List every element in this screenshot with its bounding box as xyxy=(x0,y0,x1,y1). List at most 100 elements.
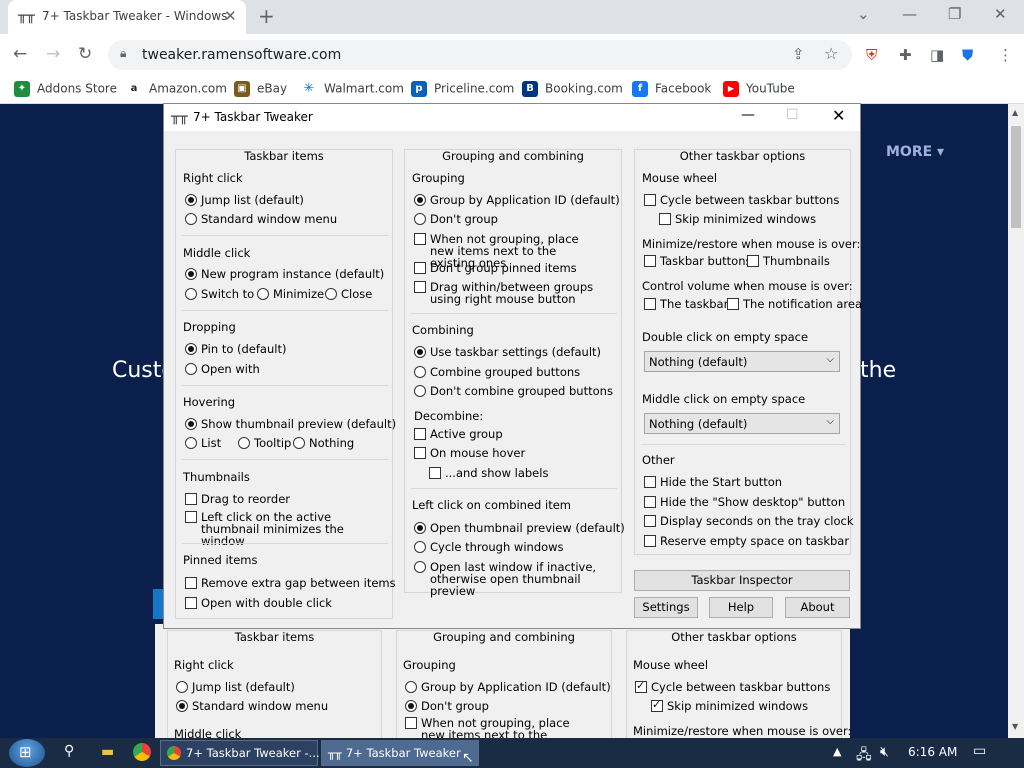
bookmark-ebay[interactable]: ▣ eBay xyxy=(234,81,287,99)
taskbar-inspector-button[interactable]: Taskbar Inspector xyxy=(634,570,850,591)
page-scrollbar[interactable]: ▲ ▼ xyxy=(1008,104,1024,738)
search-icon[interactable]: ⚲ xyxy=(64,743,74,765)
dialog-titlebar[interactable]: ╥╥ 7+ Taskbar Tweaker — ☐ ✕ xyxy=(164,104,860,131)
radio-list[interactable]: List xyxy=(185,437,221,450)
check-dont-group-pinned[interactable]: Don't group pinned items xyxy=(414,262,577,275)
group-other-options: Other taskbar options Mouse wheel Cycle … xyxy=(634,149,862,555)
radio-thumbnail-preview[interactable]: Show thumbnail preview (default) xyxy=(185,418,396,431)
check-remove-gap[interactable]: Remove extra gap between items xyxy=(185,577,396,590)
radio-open-thumbnail[interactable]: Open thumbnail preview (default) xyxy=(414,522,625,535)
dialog-close-button[interactable]: ✕ xyxy=(832,106,845,125)
check-drag-right-mouse[interactable]: Drag within/between groups using right m… xyxy=(414,281,600,305)
bookmark-youtube[interactable]: ▶ YouTube xyxy=(723,81,795,99)
help-button[interactable]: Help xyxy=(709,597,773,618)
radio-combine-grouped[interactable]: Combine grouped buttons xyxy=(414,366,580,379)
extension-shield-icon[interactable]: ⛨ xyxy=(866,46,877,64)
scroll-down-icon[interactable]: ▼ xyxy=(1012,722,1018,731)
check-left-click-minimizes[interactable]: Left click on the active thumbnail minim… xyxy=(185,511,371,547)
group-grouping-combining: Grouping and combining Grouping Group by… xyxy=(404,149,625,597)
check-show-labels[interactable]: ...and show labels xyxy=(429,467,548,480)
check-open-double-click[interactable]: Open with double click xyxy=(185,597,332,610)
close-window-button[interactable]: ✕ xyxy=(994,5,1007,23)
check-cycle-buttons[interactable]: Cycle between taskbar buttons xyxy=(644,194,839,207)
menu-kebab-icon[interactable]: ⋮ xyxy=(998,46,1013,64)
check-hide-start[interactable]: Hide the Start button xyxy=(644,476,782,489)
label-middle-click: Middle click xyxy=(183,246,251,260)
bookmark-priceline[interactable]: p Priceline.com xyxy=(411,81,514,99)
radio-close[interactable]: Close xyxy=(325,288,372,301)
url-text[interactable]: tweaker.ramensoftware.com xyxy=(142,47,341,63)
minimize-button[interactable]: — xyxy=(902,5,917,23)
chrome-icon[interactable] xyxy=(133,743,151,761)
mouse-cursor-icon: ↖ xyxy=(462,750,474,766)
radio-dont-combine[interactable]: Don't combine grouped buttons xyxy=(414,385,613,398)
radio-pin-to[interactable]: Pin to (default) xyxy=(185,343,286,356)
clock[interactable]: 6:16 AM xyxy=(908,745,957,759)
more-menu[interactable]: MORE ▾ xyxy=(886,144,944,160)
reload-icon[interactable]: ↻ xyxy=(78,44,92,64)
forward-icon[interactable]: → xyxy=(46,44,60,64)
radio-new-instance[interactable]: New program instance (default) xyxy=(185,268,384,281)
bookmark-amazon[interactable]: a Amazon.com xyxy=(126,81,227,99)
radio-group-app-id[interactable]: Group by Application ID (default) xyxy=(414,194,620,207)
check-hide-show-desktop[interactable]: Hide the "Show desktop" button xyxy=(644,496,845,509)
taskbar-button-chrome[interactable]: 7+ Taskbar Tweaker -... xyxy=(160,740,320,766)
extensions-puzzle-icon[interactable]: ✚ xyxy=(899,46,912,64)
bookmark-facebook[interactable]: f Facebook xyxy=(632,81,711,99)
label-dropping: Dropping xyxy=(183,320,236,334)
volume-muted-icon[interactable]: 🔇︎ xyxy=(880,744,889,766)
scroll-up-icon[interactable]: ▲ xyxy=(1012,108,1018,117)
check-notification-area[interactable]: The notification area xyxy=(727,298,862,311)
about-button[interactable]: About xyxy=(785,597,850,618)
bookmark-star-icon[interactable]: ☆ xyxy=(824,44,838,63)
radio-dont-group[interactable]: Don't group xyxy=(414,213,498,226)
radio-switch-to[interactable]: Switch to xyxy=(185,288,254,301)
double-click-select[interactable]: Nothing (default) ⌵ xyxy=(644,351,840,372)
check-the-taskbar[interactable]: The taskbar xyxy=(644,298,728,311)
radio-use-taskbar-settings[interactable]: Use taskbar settings (default) xyxy=(414,346,601,359)
radio-jump-list[interactable]: Jump list (default) xyxy=(185,194,304,207)
radio-minimize[interactable]: Minimize xyxy=(257,288,324,301)
check-display-seconds[interactable]: Display seconds on the tray clock xyxy=(644,515,854,528)
share-icon[interactable]: ⇪ xyxy=(792,45,805,63)
start-button[interactable]: ⊞ xyxy=(9,739,45,767)
radio-cycle-windows[interactable]: Cycle through windows xyxy=(414,541,564,554)
radio-tooltip[interactable]: Tooltip xyxy=(238,437,291,450)
check-thumbnails[interactable]: Thumbnails xyxy=(747,255,830,268)
ghost-group-taskbar-items: Taskbar items Right click Jump list (def… xyxy=(167,630,382,738)
check-skip-minimized[interactable]: Skip minimized windows xyxy=(659,213,816,226)
tab-search-icon[interactable]: ⌄ xyxy=(857,5,870,23)
headline-right: the xyxy=(860,358,897,383)
radio-standard-menu[interactable]: Standard window menu xyxy=(185,213,337,226)
new-tab-button[interactable]: + xyxy=(258,4,275,28)
bookmark-addons-store[interactable]: ✦ Addons Store xyxy=(14,81,117,99)
side-panel-icon[interactable]: ◨ xyxy=(930,46,944,64)
label-hovering: Hovering xyxy=(183,395,236,409)
tab-close-button[interactable]: ✕ xyxy=(224,7,237,25)
network-icon[interactable]: 🖧︎ xyxy=(856,744,872,766)
radio-open-last-window[interactable]: Open last window if inactive, otherwise … xyxy=(414,561,615,597)
notification-icon[interactable]: ▭ xyxy=(973,743,986,765)
file-explorer-icon[interactable]: ▬ xyxy=(101,744,114,766)
address-bar[interactable]: 🔒︎ tweaker.ramensoftware.com ⇪ ☆ xyxy=(108,40,852,70)
check-taskbar-buttons[interactable]: Taskbar buttons xyxy=(644,255,751,268)
check-on-mouse-hover[interactable]: On mouse hover xyxy=(414,447,525,460)
dialog-minimize-button[interactable]: — xyxy=(741,107,755,123)
check-drag-reorder[interactable]: Drag to reorder xyxy=(185,493,290,506)
bookmark-walmart[interactable]: ✳ Walmart.com xyxy=(301,81,404,99)
scroll-thumb[interactable] xyxy=(1011,126,1021,228)
back-icon[interactable]: ← xyxy=(13,44,27,64)
facebook-icon: f xyxy=(632,81,648,97)
radio-open-with[interactable]: Open with xyxy=(185,363,260,376)
settings-button[interactable]: Settings xyxy=(634,597,698,618)
radio-nothing[interactable]: Nothing xyxy=(293,437,354,450)
show-hidden-icons[interactable]: ▲ xyxy=(833,745,841,767)
restore-button[interactable]: ❐ xyxy=(948,5,961,23)
check-reserve-space[interactable]: Reserve empty space on taskbar xyxy=(644,535,849,548)
middle-click-select[interactable]: Nothing (default) ⌵ xyxy=(644,413,840,434)
check-active-group[interactable]: Active group xyxy=(414,428,503,441)
security-extension-icon[interactable]: ⛊ xyxy=(962,46,973,64)
taskbar-button-tweaker[interactable]: ╥╥ 7+ Taskbar Tweaker xyxy=(321,740,479,766)
bookmark-booking[interactable]: B Booking.com xyxy=(522,81,623,99)
tab-active[interactable]: ╥╥ 7+ Taskbar Tweaker - Windows ✕ xyxy=(8,0,246,34)
